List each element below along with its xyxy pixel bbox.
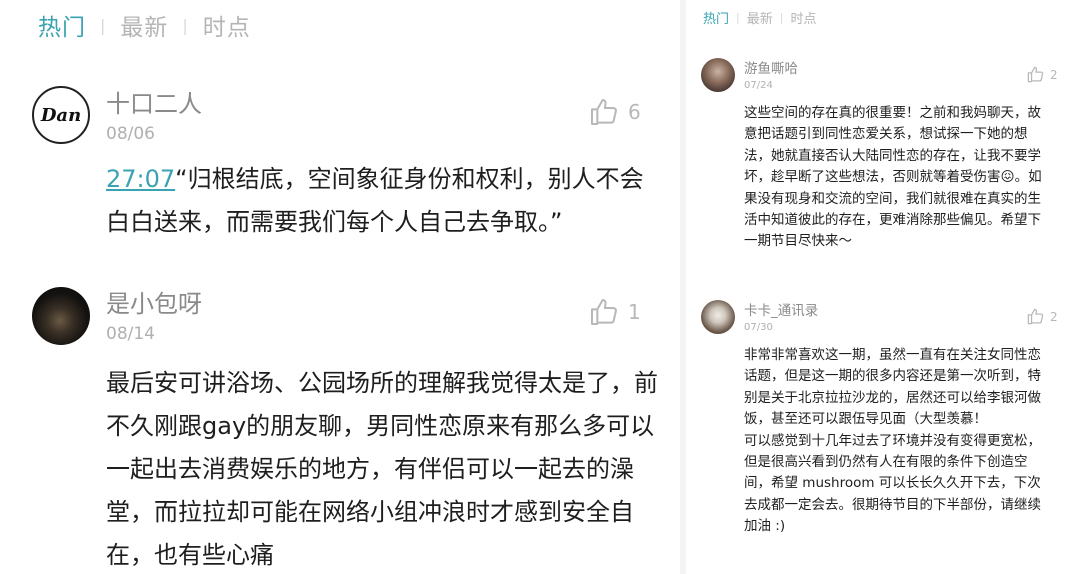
like-count: 2	[1050, 309, 1058, 324]
comment-author[interactable]: 游鱼嘶哈	[744, 57, 798, 77]
avatar-text: Dan	[40, 104, 82, 126]
left-comment-panel: 热门 | 最新 | 时点 Dan 十口二人 08/06 6 27:07“归根结底…	[0, 0, 680, 574]
like-button[interactable]: 2	[1026, 307, 1058, 326]
comment-author[interactable]: 十口二人	[106, 84, 202, 119]
comment-paragraph: 可以感觉到十几年过去了环境并没有变得更宽松，但是很高兴看到仍然有人在有限的条件下…	[744, 432, 1041, 535]
comment-body: 非常非常喜欢这一期，虽然一直有在关注女同性恋话题，但是这一期的很多内容还是第一次…	[744, 345, 1054, 538]
like-count: 6	[628, 100, 641, 124]
avatar[interactable]	[701, 300, 735, 334]
tab-latest[interactable]: 最新	[120, 8, 168, 42]
comment-text: “归根结底，空间象征身份和权利，别人不会白白送来，而需要我们每个人自己去争取。”	[106, 165, 644, 236]
thumbs-up-icon	[591, 99, 617, 125]
comment-body: 27:07“归根结底，空间象征身份和权利，别人不会白白送来，而需要我们每个人自己…	[106, 158, 661, 244]
comment-text: 这些空间的存在真的很重要！之前和我妈聊天，故意把话题引到同性恋爱关系，想试探一下…	[744, 105, 1042, 250]
tab-hot[interactable]: 热门	[38, 8, 86, 42]
comment-paragraph: 非常非常喜欢这一期，虽然一直有在关注女同性恋话题，但是这一期的很多内容还是第一次…	[744, 347, 1041, 428]
like-button[interactable]: 6	[588, 96, 641, 128]
thumbs-up-icon	[591, 299, 617, 325]
like-count: 1	[628, 300, 641, 324]
comment-sort-tabs: 热门 | 最新 | 时点	[703, 8, 816, 27]
comment-date: 07/24	[744, 80, 773, 91]
thumbs-up-icon	[1027, 308, 1044, 325]
avatar[interactable]: Dan	[32, 86, 90, 144]
thumbs-up-icon	[1027, 66, 1044, 83]
comment-date: 07/30	[744, 322, 773, 333]
tab-separator: |	[100, 15, 107, 35]
timestamp-link[interactable]: 27:07	[106, 165, 175, 193]
tab-timestamp[interactable]: 时点	[203, 8, 251, 42]
comment-date: 08/06	[106, 124, 155, 144]
comment-author[interactable]: 是小包呀	[106, 284, 202, 319]
like-count: 2	[1050, 67, 1058, 82]
tab-hot[interactable]: 热门	[703, 8, 729, 27]
comment-text: 最后安可讲浴场、公园场所的理解我觉得太是了，前不久刚跟gay的朋友聊，男同性恋原…	[106, 369, 658, 569]
avatar[interactable]	[32, 287, 90, 345]
tab-latest[interactable]: 最新	[747, 8, 773, 27]
tab-separator: |	[182, 15, 189, 35]
comment-author[interactable]: 卡卡_通讯录	[744, 299, 818, 319]
like-button[interactable]: 2	[1026, 65, 1058, 84]
avatar[interactable]	[701, 58, 735, 92]
tab-separator: |	[736, 11, 740, 24]
tab-separator: |	[779, 11, 784, 24]
tab-timestamp[interactable]: 时点	[790, 8, 816, 27]
right-comment-panel: 热门 | 最新 | 时点 游鱼嘶哈 07/24 2 这些空间的存在真的很重要！之…	[686, 0, 1080, 574]
comment-sort-tabs: 热门 | 最新 | 时点	[38, 8, 251, 42]
like-button[interactable]: 1	[588, 296, 641, 328]
comment-date: 08/14	[106, 324, 155, 344]
